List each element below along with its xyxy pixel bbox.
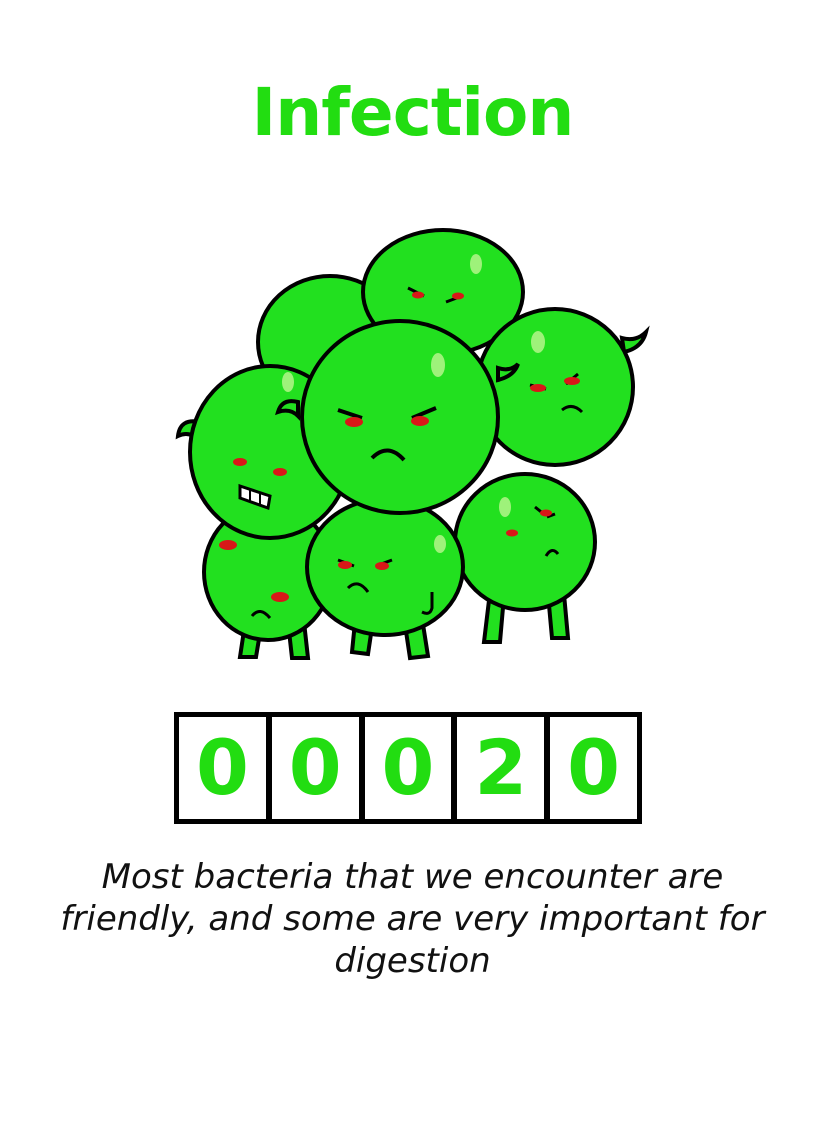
bacterium-lower-right bbox=[453, 472, 597, 644]
card-title: Infection bbox=[251, 74, 575, 151]
counter-digit-4: 2 bbox=[454, 717, 548, 819]
bacterium-right bbox=[475, 307, 650, 467]
card-description: Most bacteria that we encounter are frie… bbox=[60, 857, 765, 981]
counter-digit-5: 0 bbox=[547, 717, 637, 819]
infection-card: Infection 0 0 0 2 0 Most bacteria that w… bbox=[0, 0, 825, 1125]
bacterium-bottom-center bbox=[305, 497, 465, 661]
counter-digit-1: 0 bbox=[179, 717, 269, 819]
counter-digit-3: 0 bbox=[361, 717, 455, 819]
angry-bacteria-cluster-icon bbox=[175, 228, 650, 661]
counter-digit-2: 0 bbox=[268, 717, 362, 819]
score-counter: 0 0 0 2 0 bbox=[174, 712, 642, 824]
